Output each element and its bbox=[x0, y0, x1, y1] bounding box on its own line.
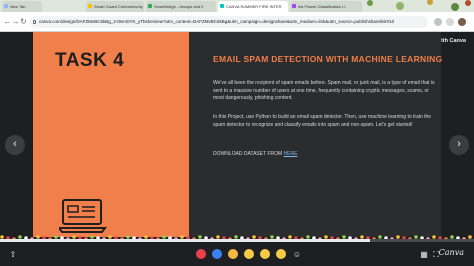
progress-fill bbox=[0, 239, 370, 242]
clap-reaction-icon[interactable] bbox=[228, 249, 238, 259]
project-paragraph: In this Project, use Python to build an … bbox=[213, 114, 432, 128]
more-reactions-icon[interactable]: ☺ bbox=[292, 250, 302, 260]
share-icon[interactable]: ⇧ bbox=[8, 250, 18, 260]
next-slide-button[interactable]: › bbox=[449, 135, 469, 155]
heart-reaction-icon[interactable] bbox=[196, 249, 206, 259]
tab-favicon-icon bbox=[88, 4, 92, 8]
tab-new-tab[interactable]: New Tab bbox=[2, 1, 42, 12]
profile-avatar-icon[interactable] bbox=[458, 18, 466, 26]
lock-icon bbox=[33, 20, 36, 24]
chevron-right-icon: › bbox=[457, 138, 461, 150]
tab-iris-flower[interactable]: Iris Flower Classification Li bbox=[290, 1, 362, 12]
extension-icon[interactable] bbox=[434, 18, 442, 26]
slide-heading: EMAIL SPAM DETECTION WITH MACHINE LEARNI… bbox=[213, 54, 443, 64]
canva-logo[interactable]: Canva bbox=[439, 248, 464, 257]
download-label: DOWNLOAD DATASET FROM bbox=[213, 151, 284, 157]
dataset-link[interactable]: HERE bbox=[284, 151, 298, 157]
presentation-slide: TASK 4 EMAIL SPAM DETECTION WITH MACHINE… bbox=[33, 32, 442, 237]
tab-favicon-icon bbox=[148, 4, 152, 8]
reload-icon[interactable]: ↻ bbox=[19, 17, 28, 26]
intro-paragraph: We've all been the recipient of spam ema… bbox=[213, 80, 435, 101]
chevron-left-icon: ‹ bbox=[13, 138, 17, 150]
previous-slide-button[interactable]: ‹ bbox=[5, 135, 25, 155]
surprised-reaction-icon[interactable] bbox=[260, 249, 270, 259]
address-url: canva.com/design/DAFZMvBC6kBg_2-t9vm0YK_… bbox=[39, 19, 395, 24]
slide-progress-bar[interactable] bbox=[0, 239, 474, 242]
laugh-reaction-icon[interactable] bbox=[244, 249, 254, 259]
download-dataset-line: DOWNLOAD DATASET FROM HERE bbox=[213, 151, 297, 157]
slide-right-panel: EMAIL SPAM DETECTION WITH MACHINE LEARNI… bbox=[189, 32, 442, 237]
tab-label: New Tab bbox=[10, 4, 26, 9]
tab-favicon-icon bbox=[292, 4, 296, 8]
tab-canva-active[interactable]: CANVA SUMMER FIRE INTER bbox=[218, 1, 288, 12]
browser-tab-strip: New Tab Smart Guard Cubersecurity Smartb… bbox=[0, 0, 474, 12]
tab-label: Smart Guard Cubersecurity bbox=[94, 4, 143, 9]
viewer-bottom-bar: ⇧ ☺ ▦ ⛶ Canva bbox=[0, 244, 474, 266]
bookmark-icon[interactable] bbox=[446, 18, 454, 26]
canva-viewer: Create with Canva TASK 4 EMAIL SPAM DETE… bbox=[0, 32, 474, 266]
browser-toolbar: ← → ↻ canva.com/design/DAFZMvBC6kBg_2-t9… bbox=[0, 12, 474, 32]
tab-label: CANVA SUMMER FIRE INTER bbox=[226, 4, 282, 9]
tab-smartbridge[interactable]: Smartbridge - devops and h bbox=[146, 1, 216, 12]
slide-left-panel: TASK 4 bbox=[33, 32, 189, 237]
tab-smart-guard[interactable]: Smart Guard Cubersecurity bbox=[86, 1, 144, 12]
sad-reaction-icon[interactable] bbox=[276, 249, 286, 259]
tab-favicon-icon bbox=[220, 4, 224, 8]
task-title: TASK 4 bbox=[55, 50, 125, 71]
tab-favicon-icon bbox=[4, 4, 8, 8]
tab-label: Smartbridge - devops and h bbox=[154, 4, 204, 9]
tab-label: Iris Flower Classification Li bbox=[298, 4, 346, 9]
grid-view-icon[interactable]: ▦ bbox=[419, 250, 429, 260]
laptop-icon bbox=[59, 199, 107, 233]
thumbs-up-reaction-icon[interactable] bbox=[212, 249, 222, 259]
address-bar[interactable]: canva.com/design/DAFZMvBC6kBg_2-t9vm0YK_… bbox=[30, 16, 428, 28]
